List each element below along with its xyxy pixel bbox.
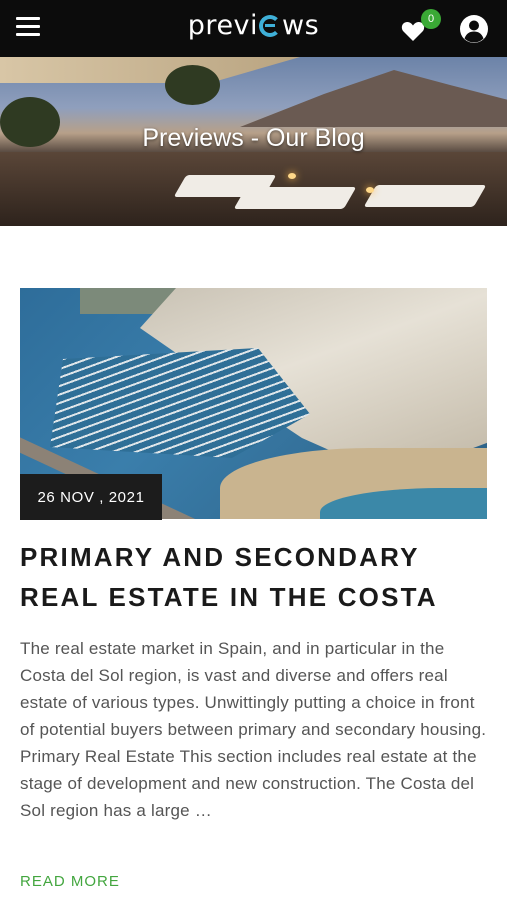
blog-hero-banner: Previews - Our Blog — [0, 57, 507, 226]
hero-lounger — [233, 187, 357, 209]
wishlist-count-badge: 0 — [421, 9, 441, 29]
logo-e-icon — [259, 15, 282, 37]
hero-tree — [165, 65, 220, 105]
wishlist-button[interactable]: 0 — [401, 9, 441, 44]
article-title-line-2: REAL ESTATE IN THE COSTA — [20, 582, 438, 612]
image-marina — [50, 348, 310, 458]
hero-mountain — [240, 70, 507, 127]
top-navigation-bar: previ ws 0 — [0, 0, 507, 57]
user-account-icon — [460, 15, 488, 43]
read-more-link[interactable]: READ MORE — [20, 873, 120, 890]
article-title-line-1: PRIMARY AND SECONDARY — [20, 542, 420, 572]
logo-text-right: ws — [282, 10, 320, 41]
article-excerpt: The real estate market in Spain, and in … — [20, 639, 487, 820]
hero-title: Previews - Our Blog — [142, 124, 365, 152]
account-button[interactable] — [459, 14, 489, 44]
article-date-badge: 26 NOV , 2021 — [20, 474, 162, 520]
hero-canopy — [0, 57, 300, 83]
article-title[interactable]: PRIMARY AND SECONDARY REAL ESTATE IN THE… — [20, 537, 490, 617]
hero-lounger — [363, 185, 487, 207]
logo-text-left: previ — [187, 10, 259, 41]
hero-candle — [366, 187, 374, 193]
hero-candle — [288, 173, 296, 179]
